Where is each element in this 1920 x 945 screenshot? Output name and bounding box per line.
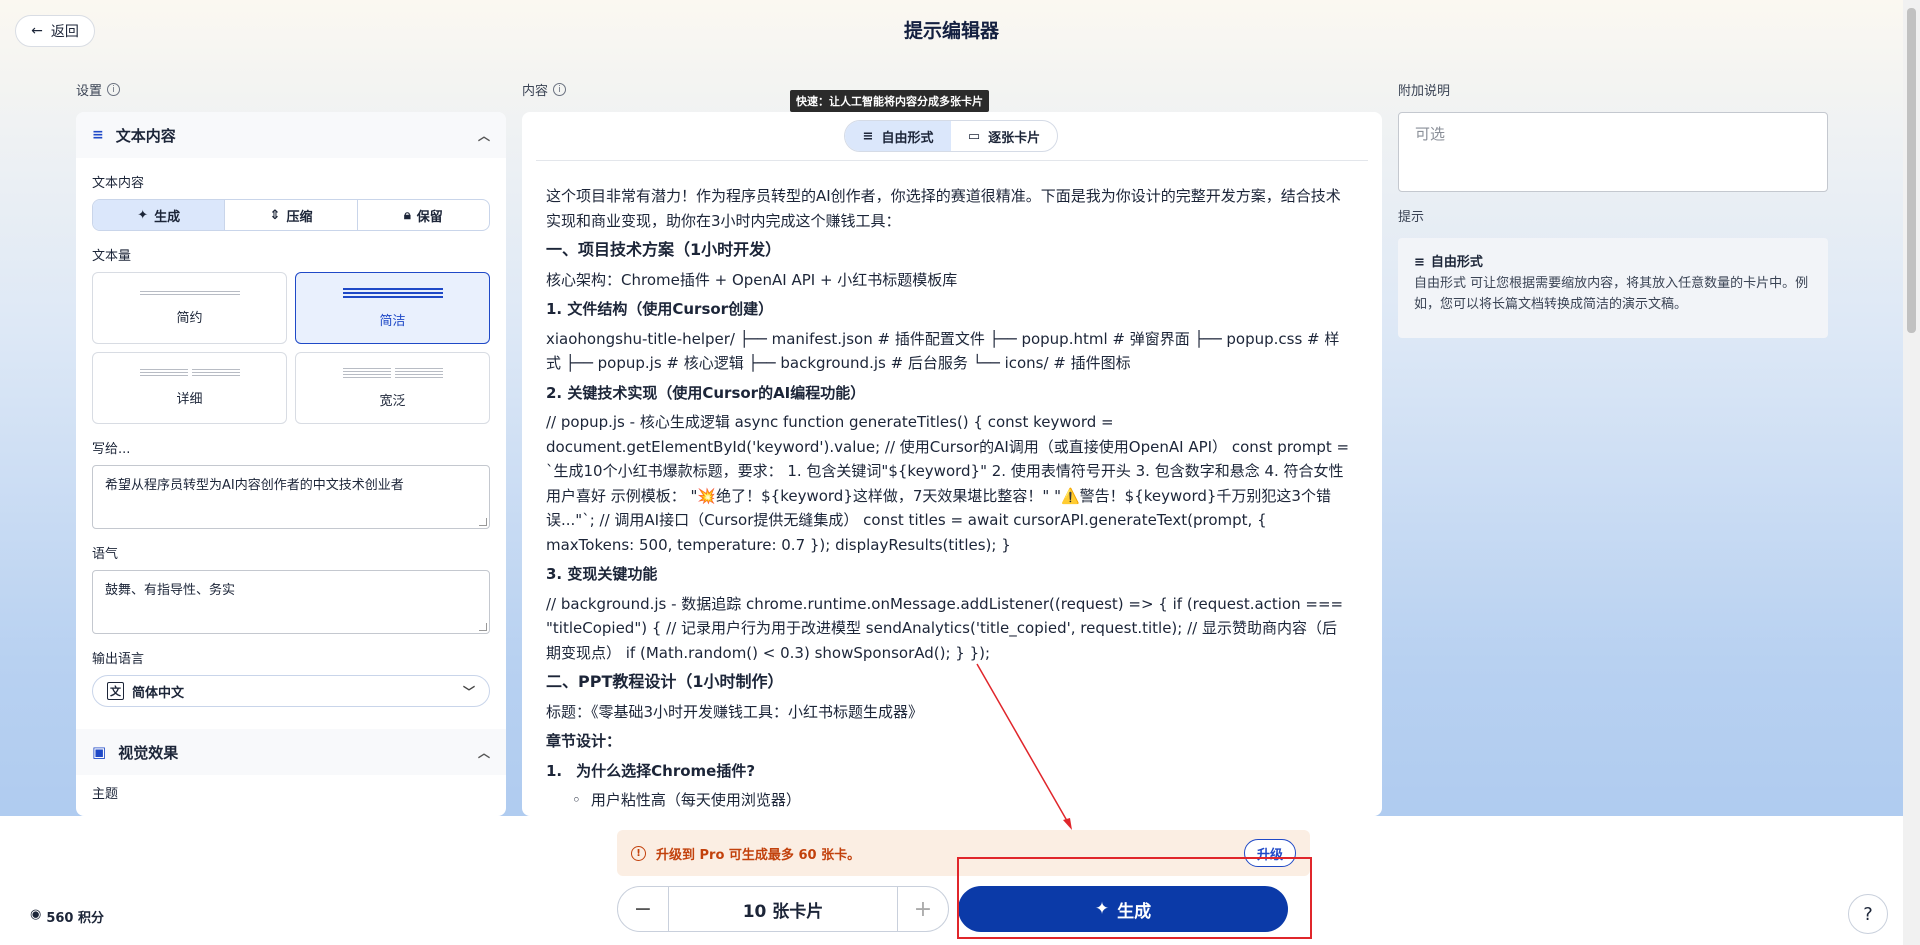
lines-icon bbox=[342, 367, 443, 378]
tone-label: 语气 bbox=[92, 547, 119, 562]
card-by-card-tab[interactable]: ▭ 逐张卡片 bbox=[951, 121, 1057, 151]
scrollbar-thumb[interactable] bbox=[1907, 8, 1916, 333]
list-item: 1. 为什么选择Chrome插件? bbox=[546, 761, 756, 780]
text-section-header[interactable]: ≡ 文本内容 ︿ bbox=[76, 112, 506, 158]
settings-panel: ≡ 文本内容 ︿ 文本内容 ✦ 生成 ⇕ 压缩 🔒︎ 保留 文本量 简约 简洁 详细 … bbox=[76, 112, 506, 816]
paragraph: xiaohongshu-title-helper/ ├── manifest.j… bbox=[546, 329, 1340, 373]
output-lang-label: 输出语言 bbox=[92, 652, 145, 667]
bottom-bar: ◉ 560 积分 ! 升级到 Pro 可生成最多 60 张卡。 升级 − 10 … bbox=[0, 816, 1903, 945]
settings-label: 设置 i bbox=[76, 80, 121, 99]
text-content-label: 文本内容 bbox=[92, 176, 145, 191]
lock-icon: 🔒︎ bbox=[403, 207, 411, 223]
image-icon: ▣ bbox=[92, 743, 107, 761]
heading: 2. 关键技术实现（使用Cursor的AI编程功能） bbox=[546, 383, 866, 402]
audience-textarea[interactable]: 希望从程序员转型为AI内容创作者的中文技术创业者 bbox=[92, 465, 490, 529]
language-icon: 文 bbox=[107, 682, 124, 700]
hint-label: 提示 bbox=[1398, 210, 1425, 225]
text-lines-icon: ≡ bbox=[1414, 255, 1425, 270]
content-editor[interactable]: 这个项目非常有潜力！作为程序员转型的AI创作者，你选择的赛道很精准。下面是我为你… bbox=[546, 184, 1350, 813]
credits-display: ◉ 560 积分 bbox=[30, 907, 105, 926]
write-for-label: 写给... bbox=[92, 442, 131, 457]
text-section-title: 文本内容 bbox=[115, 126, 176, 145]
lines-icon bbox=[342, 287, 443, 298]
tone-textarea[interactable]: 鼓舞、有指导性、务实 bbox=[92, 570, 490, 634]
lines-icon bbox=[139, 290, 240, 295]
output-language-select[interactable]: 文 简体中文 ﹀ bbox=[92, 675, 490, 707]
heading: 1. 文件结构（使用Cursor创建） bbox=[546, 300, 774, 318]
upgrade-text: 升级到 Pro 可生成最多 60 张卡。 bbox=[656, 847, 861, 863]
heading: 一、项目技术方案（1小时开发） bbox=[546, 240, 782, 259]
page-scrollbar[interactable] bbox=[1903, 0, 1920, 945]
chevron-up-icon: ︿ bbox=[477, 745, 490, 760]
text-lines-icon: ≡ bbox=[862, 128, 874, 144]
help-button[interactable]: ? bbox=[1848, 894, 1888, 934]
hint-title: ≡ 自由形式 bbox=[1414, 252, 1812, 273]
card-count-stepper: − 10 张卡片 + bbox=[617, 886, 949, 932]
tooltip: 快速：让人工智能将内容分成多张卡片 bbox=[790, 90, 989, 112]
compress-icon: ⇕ bbox=[269, 207, 281, 223]
text-lines-icon: ≡ bbox=[92, 127, 104, 143]
visual-section-title: 视觉效果 bbox=[118, 743, 179, 762]
chevron-down-icon: ﹀ bbox=[462, 684, 475, 699]
content-mode-toggle: ≡ 自由形式 ▭ 逐张卡片 bbox=[844, 120, 1058, 152]
increment-button[interactable]: + bbox=[898, 887, 948, 931]
info-icon[interactable]: i bbox=[553, 83, 567, 96]
lines-icon bbox=[139, 369, 240, 376]
alert-icon: ! bbox=[631, 845, 646, 861]
paragraph: 这个项目非常有潜力！作为程序员转型的AI创作者，你选择的赛道很精准。下面是我为你… bbox=[546, 187, 1341, 230]
amount-grid: 简约 简洁 详细 宽泛 bbox=[92, 272, 490, 424]
content-label: 内容 i bbox=[522, 80, 567, 99]
paragraph: 核心架构：Chrome插件 + OpenAI API + 小红书标题模板库 bbox=[546, 270, 958, 289]
divider bbox=[536, 160, 1368, 161]
heading: 3. 变现关键功能 bbox=[546, 565, 658, 583]
output-language-value: 简体中文 bbox=[132, 685, 185, 701]
annotation-box bbox=[957, 857, 1312, 939]
heading: 二、PPT教程设计（1小时制作） bbox=[546, 672, 784, 691]
hint-text: 自由形式 可让您根据需要缩放内容，将其放入任意数量的卡片中。例如，您可以将长篇文… bbox=[1414, 276, 1809, 312]
coins-icon: ◉ bbox=[30, 907, 42, 922]
page-title: 提示编辑器 bbox=[903, 20, 999, 42]
extra-notes-input[interactable]: 可选 bbox=[1398, 112, 1828, 192]
amount-concise-option[interactable]: 简洁 bbox=[295, 272, 490, 344]
info-icon[interactable]: i bbox=[107, 83, 121, 96]
freeform-tab[interactable]: ≡ 自由形式 bbox=[845, 121, 951, 151]
mode-generate-button[interactable]: ✦ 生成 bbox=[93, 200, 226, 230]
card-icon: ▭ bbox=[967, 128, 981, 144]
amount-label: 文本量 bbox=[92, 249, 132, 264]
paragraph: // background.js - 数据追踪 chrome.runtime.o… bbox=[546, 594, 1344, 662]
paragraph: 标题：《零基础3小时开发赚钱工具：小红书标题生成器》 bbox=[546, 702, 924, 721]
amount-extensive-option[interactable]: 宽泛 bbox=[295, 352, 490, 424]
mode-compress-button[interactable]: ⇕ 压缩 bbox=[225, 200, 358, 230]
amount-brief-option[interactable]: 简约 bbox=[92, 272, 287, 344]
text-mode-toggle: ✦ 生成 ⇕ 压缩 🔒︎ 保留 bbox=[92, 199, 490, 231]
extra-label: 附加说明 bbox=[1398, 84, 1451, 99]
heading: 章节设计： bbox=[546, 732, 622, 750]
card-count-value[interactable]: 10 张卡片 bbox=[668, 887, 898, 931]
sparkle-icon: ✦ bbox=[137, 207, 149, 223]
visual-section-header[interactable]: ▣ 视觉效果 ︿ bbox=[76, 729, 506, 775]
content-panel: ≡ 自由形式 ▭ 逐张卡片 这个项目非常有潜力！作为程序员转型的AI创作者，你选择的… bbox=[522, 112, 1382, 816]
decrement-button[interactable]: − bbox=[618, 887, 668, 931]
paragraph: // popup.js - 核心生成逻辑 async function gene… bbox=[546, 413, 1350, 554]
theme-label: 主题 bbox=[92, 787, 119, 802]
mode-keep-button[interactable]: 🔒︎ 保留 bbox=[358, 200, 489, 230]
chevron-up-icon: ︿ bbox=[477, 128, 490, 143]
list-item: ◦ 用户粘性高（每天使用浏览器） bbox=[572, 791, 801, 809]
hint-box: ≡ 自由形式 自由形式 可让您根据需要缩放内容，将其放入任意数量的卡片中。例如，您… bbox=[1398, 238, 1828, 338]
amount-detailed-option[interactable]: 详细 bbox=[92, 352, 287, 424]
